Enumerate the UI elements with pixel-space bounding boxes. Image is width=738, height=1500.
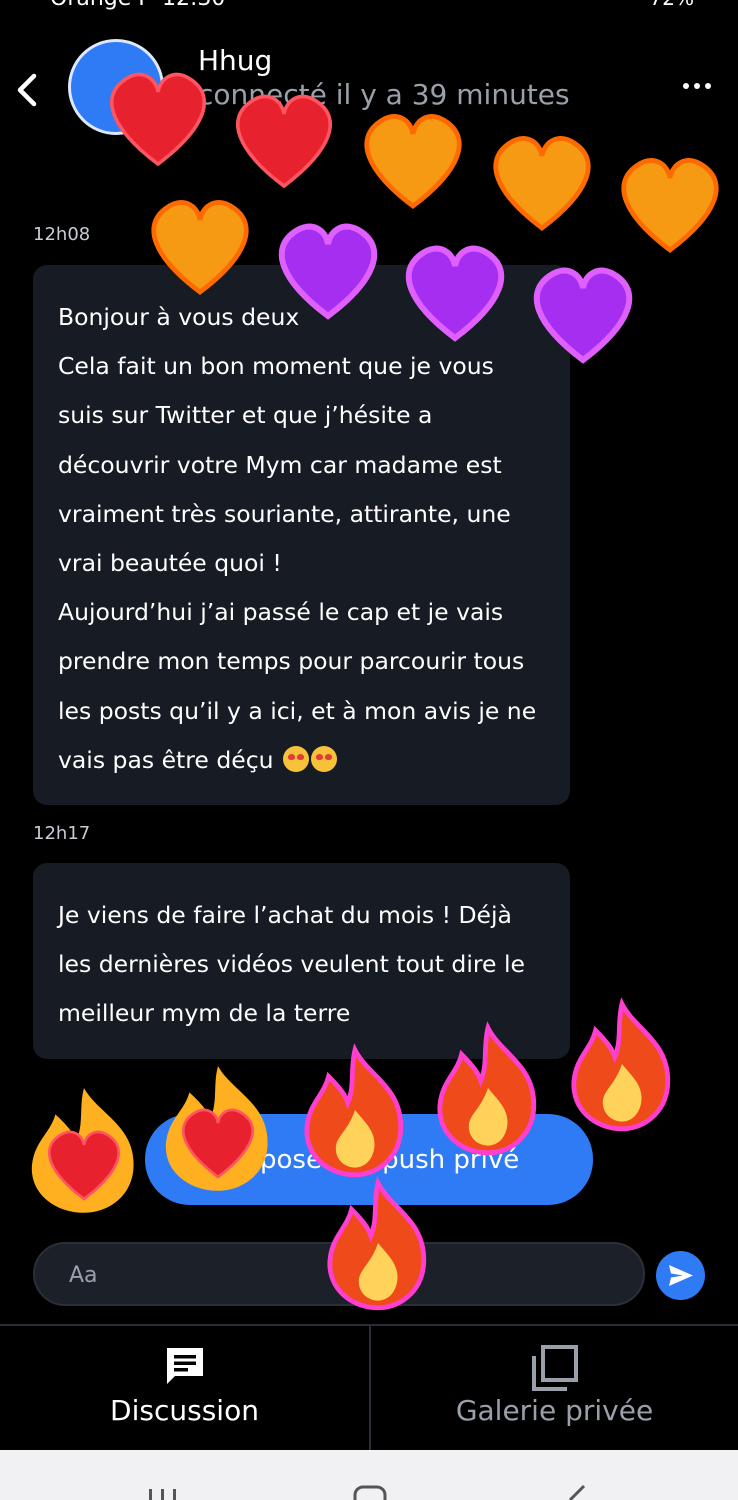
status-time: 12:30 [162,0,225,11]
message-input[interactable] [67,1244,611,1306]
chat-header: Hhug connecté il y a 39 minutes [0,30,738,160]
chat-icon [167,1348,203,1384]
message-composer [33,1242,645,1306]
message-bubble: Bonjour à vous deux Cela fait un bon mom… [33,265,570,805]
system-navigation-bar [0,1450,738,1500]
message-bubble: Je viens de faire l’achat du mois ! Déjà… [33,863,570,1059]
more-options-button[interactable] [680,78,714,94]
orange-heart-icon [624,161,716,250]
fire-icon [574,1004,668,1129]
back-nav-icon[interactable] [560,1484,590,1500]
status-bar: Orange F 12:30 72% [0,0,738,12]
avatar[interactable] [68,39,164,135]
send-icon [669,1265,693,1286]
presence-status: connecté il y a 39 minutes [198,78,570,111]
tab-label: Discussion [110,1394,259,1427]
tab-discussion[interactable]: Discussion [0,1326,369,1450]
home-icon[interactable] [352,1484,388,1500]
tab-galerie-privee[interactable]: Galerie privée [371,1326,738,1450]
message-timestamp: 12h08 [33,224,91,245]
gallery-icon [532,1345,578,1391]
heart-on-fire-icon [31,1088,134,1213]
heart-eyes-emoji-icon [311,745,338,772]
carrier-label: Orange F [50,0,151,11]
chevron-left-icon [17,73,37,107]
battery-level: 72% [650,0,694,10]
message-text: Je viens de faire l’achat du mois ! Déjà… [58,901,525,1028]
back-button[interactable] [14,72,42,108]
push-prive-button[interactable]: Proposer un push privé [145,1114,593,1205]
contact-name: Hhug [198,44,273,77]
message-text: Bonjour à vous deux Cela fait un bon mom… [58,303,537,774]
heart-eyes-emoji-icon [283,745,310,772]
recent-apps-icon[interactable] [145,1486,181,1500]
send-button[interactable] [656,1251,705,1300]
tab-label: Galerie privée [455,1394,654,1427]
message-timestamp: 12h17 [33,823,91,844]
